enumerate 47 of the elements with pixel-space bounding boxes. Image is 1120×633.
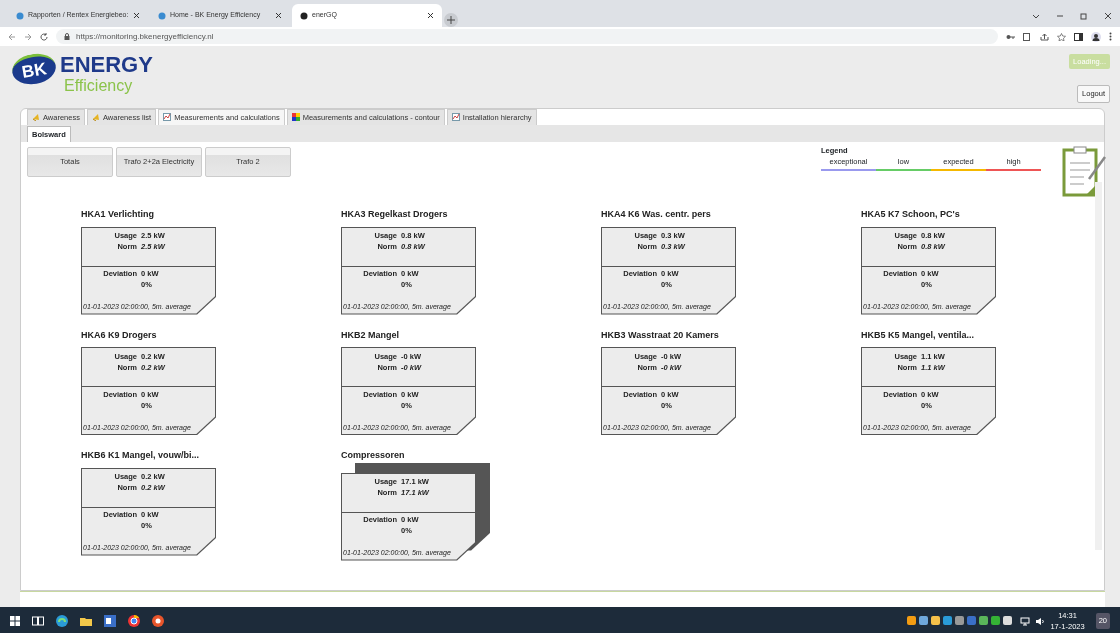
meter-title: HKB6 K1 Mangel, vouw/bi... — [81, 449, 200, 462]
more-icon[interactable] — [1109, 32, 1112, 41]
address-bar[interactable]: https://monitoring.bkenergyefficiency.nl — [56, 29, 998, 44]
folder-icon[interactable] — [80, 616, 92, 626]
scrollbar[interactable] — [1095, 182, 1102, 550]
meter-title: HKA6 K9 Drogers — [81, 328, 158, 342]
meter-title: Compressoren — [341, 449, 406, 462]
close-icon[interactable] — [275, 12, 282, 19]
chart-icon — [451, 113, 460, 122]
side-panel-icon[interactable] — [1074, 32, 1083, 41]
share-icon[interactable] — [1040, 32, 1049, 41]
lock-icon — [64, 33, 70, 40]
translate-icon[interactable] — [1023, 32, 1032, 41]
color-grid-icon — [291, 113, 300, 122]
meter-title: HKB3 Wasstraat 20 Kamers — [601, 328, 720, 342]
restore-icon[interactable] — [1080, 11, 1088, 20]
pencil-icon — [91, 113, 100, 122]
logo: BK ENERGY Efficiency — [12, 54, 153, 108]
edge-browser-icon[interactable] — [56, 615, 68, 627]
start-icon[interactable] — [10, 616, 20, 626]
mail-icon[interactable] — [104, 615, 116, 627]
chrome-browser-icon[interactable] — [128, 615, 140, 627]
close-icon[interactable] — [427, 12, 434, 19]
app-icon[interactable] — [152, 615, 164, 627]
network-icon[interactable] — [1020, 616, 1031, 626]
task-view-icon[interactable] — [32, 616, 44, 626]
key-icon[interactable] — [1006, 32, 1015, 41]
meter-title: HKB5 K5 Mangel, ventila... — [861, 328, 976, 342]
pencil-icon — [32, 113, 40, 122]
meter-title: HKA5 K7 Schoon, PC's — [861, 208, 961, 221]
reload-icon[interactable] — [40, 32, 48, 41]
site-icon — [158, 11, 166, 20]
volume-icon[interactable] — [1035, 616, 1046, 626]
new-tab-icon[interactable] — [444, 13, 458, 27]
back-icon[interactable] — [8, 32, 16, 41]
site-icon — [300, 11, 308, 20]
meter-title: HKA4 K6 Was. centr. pers — [601, 208, 712, 221]
profile-icon[interactable] — [1091, 31, 1101, 42]
meter-title: HKB2 Mangel — [341, 328, 400, 342]
meter-title: HKA3 Regelkast Drogers — [341, 208, 449, 221]
star-icon[interactable] — [1057, 32, 1066, 41]
close-icon[interactable] — [133, 12, 140, 19]
forward-icon[interactable] — [24, 32, 32, 41]
meter-title: HKA1 Verlichting — [81, 208, 155, 221]
chart-icon — [163, 113, 172, 122]
close-icon[interactable] — [1104, 11, 1112, 20]
site-icon — [16, 11, 24, 20]
